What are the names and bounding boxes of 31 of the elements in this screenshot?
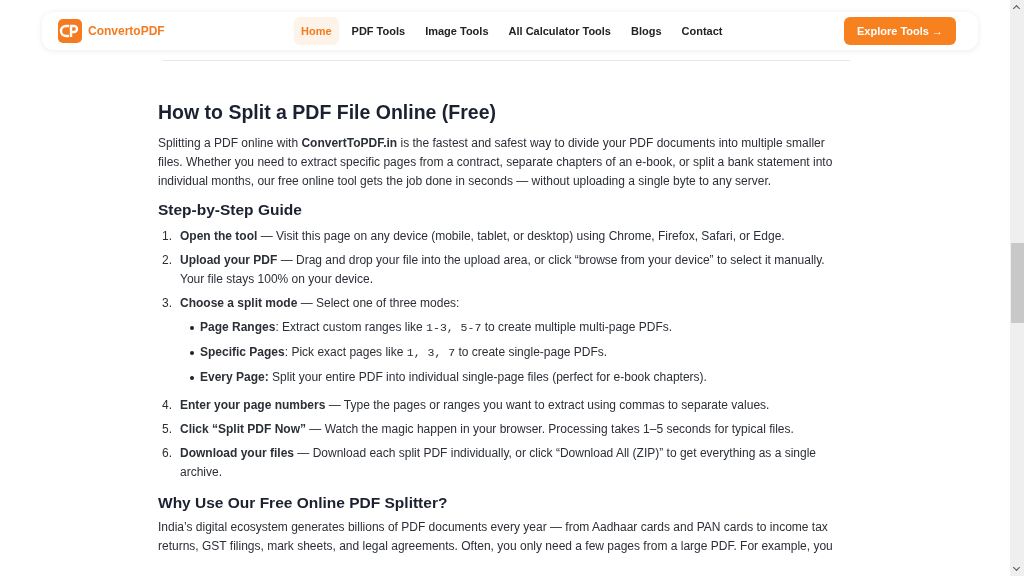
section-heading: Step-by-Step Guide bbox=[158, 201, 303, 219]
bullet-icon bbox=[190, 325, 194, 330]
nav-link[interactable]: Contact bbox=[674, 17, 730, 45]
bullet-text: Every Page: Split your entire PDF into individual single-page files (perfect for e-book chapters). bbox=[200, 369, 707, 386]
step-text: Open the tool — Visit this page on any device (mobile, tablet, or desktop) using Chrome, Firefox, Safari, or Edge. bbox=[180, 228, 786, 245]
nav-link[interactable]: PDF Tools bbox=[344, 17, 413, 45]
bullet-icon bbox=[190, 375, 194, 380]
bullet-icon bbox=[190, 350, 194, 355]
step-number: 3. bbox=[161, 295, 173, 312]
step-number: 4. bbox=[161, 397, 173, 414]
step-text: Upload your PDF — Drag and drop your file into the upload area, or click “browse from your device” to select it manually. Your file stays 100% on your device. bbox=[180, 252, 826, 288]
step-text: Choose a split mode — Select one of three modes: bbox=[180, 295, 461, 312]
nav-link[interactable]: Blogs bbox=[624, 17, 669, 45]
step-number: 6. bbox=[161, 445, 173, 462]
scrollbar[interactable] bbox=[1010, 0, 1024, 576]
nav-link[interactable]: Image Tools bbox=[418, 17, 496, 45]
step-text: Download your files — Download each split PDF individually, or click “Download All (ZIP)” to get everything as a single archive. bbox=[180, 445, 817, 481]
body-paragraph: India’s digital ecosystem generates billions of PDF documents every year — from Aadhaar cards and PAN cards to income tax returns, GST filings, mark sheets, and legal agreements. Often, you only need a few pages from a large PDF. For example, you bbox=[158, 519, 834, 555]
step-number: 5. bbox=[161, 421, 173, 438]
scrollbar-thumb[interactable] bbox=[1011, 243, 1024, 323]
step-text: Click “Split PDF Now” — Watch the magic happen in your browser. Processing takes 1–5 seconds for typical files. bbox=[180, 421, 795, 438]
section-heading: Why Use Our Free Online PDF Splitter? bbox=[158, 494, 449, 512]
bullet-text: Page Ranges: Extract custom ranges like 1-3, 5-7 to create multiple multi-page PDFs. bbox=[200, 319, 673, 336]
logo-icon bbox=[58, 19, 82, 43]
step-text: Enter your page numbers — Type the pages or ranges you want to extract using commas to separate values. bbox=[180, 397, 771, 414]
nav-link[interactable]: All Calculator Tools bbox=[501, 17, 618, 45]
intro-paragraph: Splitting a PDF online with ConvertToPDF.in is the fastest and safest way to divide your PDF documents into multiple smaller files. Whether you need to extract specific pages from a contract, separate chapters of an e-book, or split a bank statement into individual months, our free online tool gets the job done in seconds — without uploading a single byte to any server. bbox=[158, 135, 834, 190]
step-number: 1. bbox=[161, 228, 173, 245]
step-number: 2. bbox=[161, 252, 173, 269]
article-title: How to Split a PDF File Online (Free) bbox=[158, 101, 498, 124]
bullet-text: Specific Pages: Pick exact pages like 1, 3, 7 to create single-page PDFs. bbox=[200, 344, 608, 361]
